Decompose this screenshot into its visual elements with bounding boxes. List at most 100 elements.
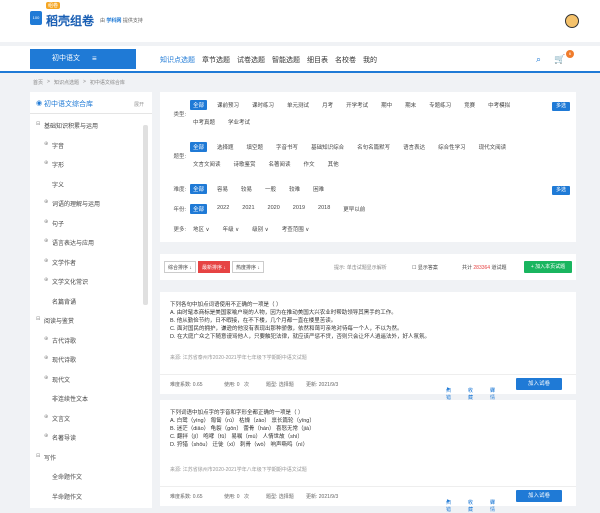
sidebar-tree-item[interactable]: ⊕ 古代诗歌 <box>30 333 146 347</box>
logo-icon[interactable]: 100 <box>30 11 42 25</box>
filter-option[interactable]: 基础知识综合 <box>308 142 347 152</box>
add-page-button[interactable]: + 加入本页试题 <box>524 261 572 273</box>
filter-option[interactable]: 2019 <box>290 204 308 214</box>
filter-option[interactable]: 全部 <box>190 204 208 214</box>
nav-item-5[interactable]: 名校卷 <box>335 55 356 65</box>
expand-icon[interactable]: ⊕ <box>44 277 48 283</box>
avatar[interactable] <box>565 14 579 28</box>
sort-comprehensive-button[interactable]: 综合排序 ↓ <box>164 261 196 273</box>
filter-option[interactable]: 级别 ∨ <box>249 224 272 234</box>
sidebar-tree-item[interactable]: ⊕ 现代诗歌 <box>30 352 146 366</box>
filter-option[interactable]: 2018 <box>315 204 333 214</box>
nav-item-1[interactable]: 章节选题 <box>202 55 230 65</box>
filter-option[interactable]: 综合性学习 <box>435 142 469 152</box>
sidebar-tree-item[interactable]: ⊟ 基础知识积累与运用 <box>30 118 146 132</box>
expand-icon[interactable]: ⊕ <box>44 336 48 342</box>
filter-option[interactable]: 2020 <box>265 204 283 214</box>
filter-option[interactable]: 单元测试 <box>284 100 312 110</box>
filter-option[interactable]: 月考 <box>319 100 336 110</box>
search-icon[interactable]: ⌕ <box>536 54 541 65</box>
sidebar-tree-item[interactable]: 名篇背诵 <box>30 294 146 308</box>
question-card[interactable]: 下列各句中加点词语使用不正确的一项是（ ） A. 由时髦本商标是美国家喻户晓的人物… <box>160 292 576 401</box>
breadcrumb-item[interactable]: 首页 <box>33 79 43 86</box>
expand-icon[interactable]: ⊕ <box>44 141 48 147</box>
filter-option[interactable]: 文言文阅读 <box>190 159 224 169</box>
filter-option[interactable]: 学业考试 <box>225 117 253 127</box>
multi-select-button[interactable]: 多选 <box>552 102 570 111</box>
collapse-icon[interactable]: ⊟ <box>36 316 40 322</box>
filter-option[interactable]: 诗歌鉴赏 <box>231 159 259 169</box>
filter-option[interactable]: 中考模拟 <box>485 100 513 110</box>
sidebar-tree-item[interactable]: ⊕ 语言表达与应用 <box>30 235 146 249</box>
sidebar-tree-item[interactable]: 全命题作文 <box>30 469 146 483</box>
filter-option[interactable]: 期末 <box>402 100 419 110</box>
sort-latest-button[interactable]: 最新排序 ↓ <box>198 261 230 273</box>
filter-option[interactable]: 语言表达 <box>400 142 428 152</box>
filter-option[interactable]: 课时练习 <box>249 100 277 110</box>
nav-item-0[interactable]: 知识点选题 <box>160 55 195 65</box>
filter-option[interactable]: 困难 <box>310 184 327 194</box>
sidebar-tree-item[interactable]: 半命题作文 <box>30 489 146 503</box>
expand-icon[interactable]: ⊕ <box>44 160 48 166</box>
filter-option[interactable]: 现代文阅读 <box>476 142 510 152</box>
sidebar-tree-item[interactable]: ⊕ 字音 <box>30 138 146 152</box>
filter-option[interactable]: 课前预习 <box>214 100 242 110</box>
subject-selector[interactable]: 初中语文 ≡ <box>30 49 136 69</box>
filter-option[interactable]: 全部 <box>190 184 208 194</box>
filter-option[interactable]: 期中 <box>378 100 395 110</box>
collapse-icon[interactable]: ⊟ <box>36 453 40 459</box>
sidebar-tree-item[interactable]: ⊕ 文学作者 <box>30 255 146 269</box>
sidebar-tree-item[interactable]: 字义 <box>30 177 146 191</box>
filter-option[interactable]: 字音书写 <box>273 142 301 152</box>
collapse-icon[interactable]: ⊟ <box>36 121 40 127</box>
filter-option[interactable]: 容易 <box>214 184 231 194</box>
nav-item-6[interactable]: 我的 <box>363 55 377 65</box>
breadcrumb-item[interactable]: 初中语文综合库 <box>90 79 125 86</box>
sidebar-tree-item[interactable]: ⊕ 词语的理解与运用 <box>30 196 146 210</box>
sidebar-tree-item[interactable]: 非连续性文本 <box>30 391 146 405</box>
sidebar-tree-item[interactable]: ⊕ 现代文 <box>30 372 146 386</box>
filter-option[interactable]: 更早以前 <box>340 204 368 214</box>
sidebar-tree-item[interactable]: ⊕ 字形 <box>30 157 146 171</box>
filter-option[interactable]: 2021 <box>239 204 257 214</box>
filter-option[interactable]: 作文 <box>301 159 318 169</box>
sidebar-tree-item[interactable]: ⊕ 文言文 <box>30 411 146 425</box>
nav-item-2[interactable]: 试卷选题 <box>237 55 265 65</box>
sidebar-tree-item[interactable]: ⊟ 阅读与鉴赏 <box>30 313 146 327</box>
show-answer-checkbox[interactable]: ☐ 显示答案 <box>412 264 438 271</box>
add-to-paper-button[interactable]: 加入试卷 <box>516 490 562 502</box>
filter-option[interactable]: 名著阅读 <box>266 159 294 169</box>
filter-option[interactable]: 开学考试 <box>343 100 371 110</box>
filter-option[interactable]: 较难 <box>286 184 303 194</box>
expand-toggle[interactable]: 展开 <box>134 101 144 108</box>
filter-option[interactable]: 其他 <box>325 159 342 169</box>
question-card[interactable]: 下列词语中加点字的字音和字形全都正确的一项是（ ） A. 白鹭（yìng） 匍匐（… <box>160 400 576 513</box>
expand-icon[interactable]: ⊕ <box>44 238 48 244</box>
filter-option[interactable]: 较易 <box>238 184 255 194</box>
expand-icon[interactable]: ⊕ <box>44 355 48 361</box>
expand-icon[interactable]: ⊕ <box>44 199 48 205</box>
filter-option[interactable]: 选择题 <box>214 142 237 152</box>
filter-option[interactable]: 2022 <box>214 204 232 214</box>
multi-select-button[interactable]: 多选 <box>552 186 570 195</box>
expand-icon[interactable]: ⊕ <box>44 219 48 225</box>
expand-icon[interactable]: ⊕ <box>44 414 48 420</box>
cart-icon[interactable]: 🛒 <box>554 54 565 65</box>
sidebar-tree-item[interactable]: ⊕ 文学文化常识 <box>30 274 146 288</box>
filter-option[interactable]: 全部 <box>190 100 208 110</box>
sort-hot-button[interactable]: 热度排序 ↓ <box>232 261 264 273</box>
expand-icon[interactable]: ⊕ <box>44 433 48 439</box>
filter-option[interactable]: 一般 <box>262 184 279 194</box>
brand-title[interactable]: 稻壳组卷 <box>46 12 94 29</box>
expand-icon[interactable]: ⊕ <box>44 375 48 381</box>
sidebar-tree-item[interactable]: ⊕ 名著导读 <box>30 430 146 444</box>
sidebar-tree-item[interactable]: ⊕ 句子 <box>30 216 146 230</box>
expand-icon[interactable]: ⊕ <box>44 258 48 264</box>
filter-option[interactable]: 名句名篇默写 <box>354 142 393 152</box>
filter-option[interactable]: 全部 <box>190 142 208 152</box>
filter-option[interactable]: 地区 ∨ <box>190 224 213 234</box>
sidebar-tree-item[interactable]: ⊟ 写作 <box>30 450 146 464</box>
filter-option[interactable]: 填空题 <box>244 142 267 152</box>
filter-option[interactable]: 考查范围 ∨ <box>279 224 313 234</box>
filter-option[interactable]: 年级 ∨ <box>220 224 243 234</box>
